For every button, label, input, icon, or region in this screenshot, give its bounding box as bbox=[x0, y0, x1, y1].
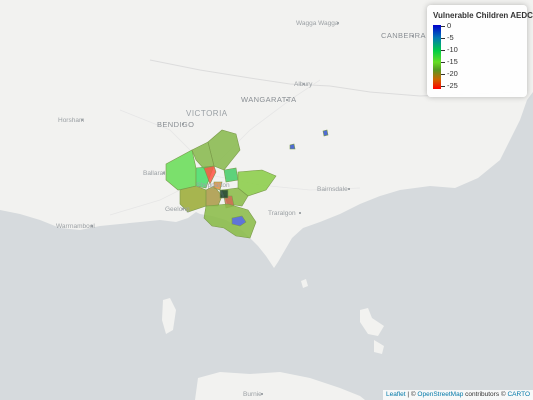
attribution-sep: | © bbox=[405, 391, 418, 398]
label-traralgon: Traralgon bbox=[268, 210, 296, 217]
carto-link[interactable]: CARTO bbox=[507, 391, 530, 398]
label-wangaratta: WANGARATTA bbox=[241, 95, 297, 104]
label-geelong: Geelong bbox=[165, 206, 190, 213]
leaflet-link[interactable]: Leaflet bbox=[386, 391, 406, 398]
legend-tick bbox=[441, 62, 445, 63]
region bbox=[322, 129, 329, 137]
legend-tick-label: -20 bbox=[447, 69, 458, 78]
attribution-contributors: contributors © bbox=[463, 391, 508, 398]
label-burnie: Burnie bbox=[243, 391, 262, 398]
legend-tick bbox=[441, 38, 445, 39]
label-shepparton: Shepparton bbox=[196, 182, 230, 189]
legend-color-bar bbox=[433, 25, 441, 89]
legend-tick-label: -5 bbox=[447, 33, 454, 42]
map-container[interactable]: Wagga Wagga CANBERRA Albury VICTORIA WAN… bbox=[0, 0, 533, 400]
label-canberra: CANBERRA bbox=[381, 31, 426, 40]
label-albury: Albury bbox=[294, 81, 313, 88]
legend-tick-label: 0 bbox=[447, 21, 452, 30]
region bbox=[289, 143, 296, 150]
legend-tick-label: -15 bbox=[447, 57, 458, 66]
label-victoria: VICTORIA bbox=[186, 109, 228, 118]
label-warrnambool: Warrnambool bbox=[56, 223, 95, 230]
label-bairnsdale: Bairnsdale bbox=[317, 186, 348, 193]
legend-tick bbox=[441, 50, 445, 51]
region bbox=[219, 189, 229, 199]
legend-title: Vulnerable Children AEDC bbox=[433, 11, 533, 20]
region bbox=[223, 167, 239, 183]
osm-link[interactable]: OpenStreetMap bbox=[417, 391, 463, 398]
label-wagga: Wagga Wagga bbox=[296, 20, 339, 27]
legend-tick bbox=[441, 74, 445, 75]
legend-tick-label: -25 bbox=[447, 81, 458, 90]
label-ballarat: Ballarat bbox=[143, 170, 165, 177]
legend: Vulnerable Children AEDC 0 -5 -10 -15 -2… bbox=[427, 5, 533, 97]
attribution: Leaflet | © OpenStreetMap contributors ©… bbox=[382, 390, 533, 400]
legend-tick bbox=[441, 86, 445, 87]
legend-tick bbox=[441, 26, 445, 27]
label-horsham: Horsham bbox=[58, 117, 84, 124]
label-bendigo: BENDIGO bbox=[157, 120, 194, 129]
legend-tick-label: -10 bbox=[447, 45, 458, 54]
